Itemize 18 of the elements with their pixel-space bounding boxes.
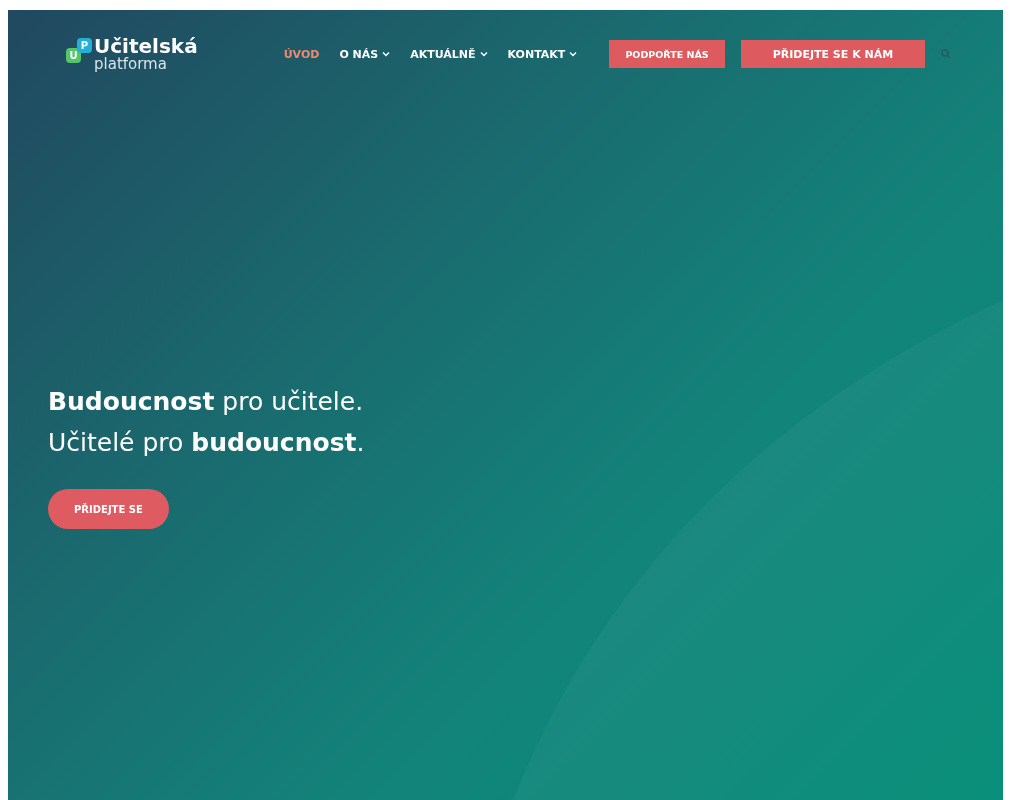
chevron-down-icon <box>569 51 578 57</box>
support-button[interactable]: PODPOŘTE NÁS <box>609 40 725 68</box>
chevron-down-icon <box>382 51 391 57</box>
logo-badge: P <box>77 38 92 53</box>
join-button[interactable]: PŘIDEJTE SE K NÁM <box>740 40 926 68</box>
logo-badge: U <box>66 48 81 63</box>
nav-link[interactable]: AKTUÁLNĚ <box>410 47 488 61</box>
hero-headline: Budoucnost pro učitele. <box>48 386 365 418</box>
logo-subtitle: platforma <box>94 57 168 72</box>
nav-link[interactable]: KONTAKT <box>507 47 578 61</box>
logo-title: Učitelská <box>94 36 198 56</box>
search-button[interactable] <box>941 49 952 59</box>
join-button[interactable]: PŘIDEJTE SE <box>48 489 169 529</box>
hero-headline: Učitelé pro budoucnost. <box>48 426 366 459</box>
search-icon <box>941 49 952 59</box>
nav-link[interactable]: O NÁS <box>339 47 391 61</box>
chevron-down-icon <box>479 51 488 57</box>
nav-link[interactable]: ÚVOD <box>283 47 320 61</box>
